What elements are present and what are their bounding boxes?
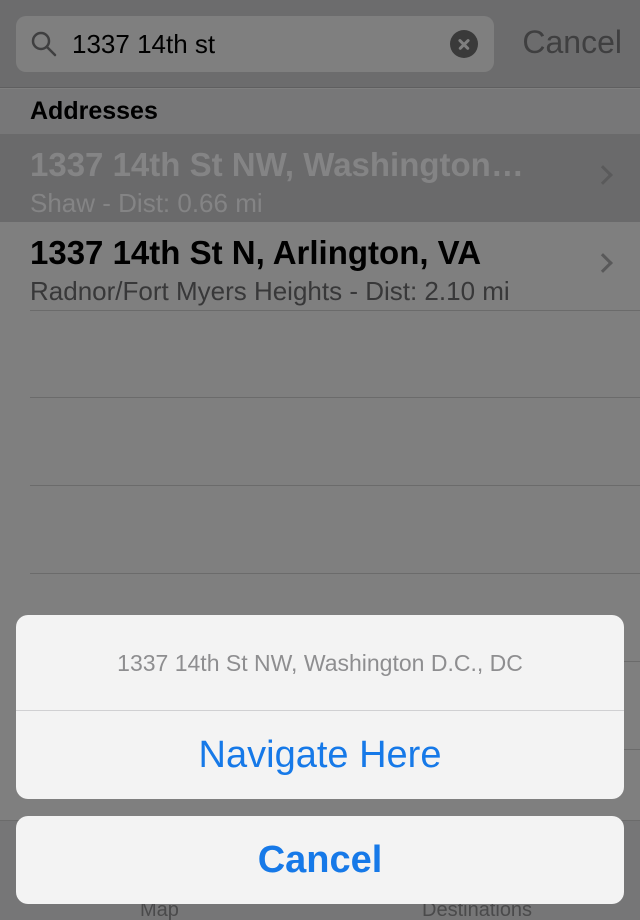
clear-icon[interactable] — [450, 30, 478, 58]
result-subtitle: Radnor/Fort Myers Heights - Dist: 2.10 m… — [30, 276, 510, 306]
search-input[interactable]: 1337 14th st — [72, 28, 215, 60]
chevron-right-icon — [593, 165, 613, 185]
search-bar: 1337 14th st Cancel — [0, 0, 640, 88]
navigate-here-button[interactable]: Navigate Here — [16, 712, 624, 799]
row-separator — [30, 397, 640, 398]
result-row[interactable]: 1337 14th St NW, Washington… Shaw - Dist… — [0, 134, 640, 222]
row-separator — [30, 310, 640, 311]
search-field[interactable]: 1337 14th st — [16, 16, 494, 72]
result-title: 1337 14th St NW, Washington… — [30, 146, 524, 183]
chevron-right-icon — [593, 253, 613, 273]
row-separator — [30, 573, 640, 574]
search-icon — [31, 31, 57, 57]
action-sheet: 1337 14th St NW, Washington D.C., DC Nav… — [16, 615, 624, 799]
row-separator — [30, 485, 640, 486]
search-cancel-button[interactable]: Cancel — [522, 22, 622, 62]
section-title: Addresses — [30, 97, 158, 125]
result-title: 1337 14th St N, Arlington, VA — [30, 234, 482, 271]
section-header: Addresses — [0, 89, 640, 134]
result-subtitle: Shaw - Dist: 0.66 mi — [30, 188, 263, 218]
action-sheet-cancel-button[interactable]: Cancel — [16, 816, 624, 904]
result-row[interactable]: 1337 14th St N, Arlington, VA Radnor/For… — [0, 222, 640, 310]
action-sheet-title: 1337 14th St NW, Washington D.C., DC — [16, 615, 624, 711]
